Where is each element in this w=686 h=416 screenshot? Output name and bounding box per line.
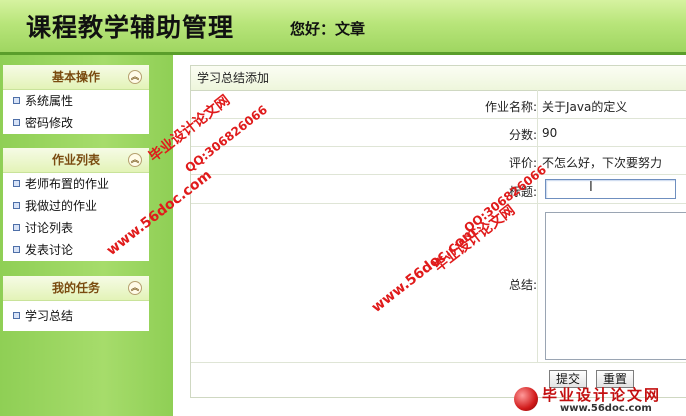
sidebar-item-system-properties[interactable]: 系统属性 xyxy=(3,90,149,112)
bullet-icon xyxy=(13,180,20,187)
panel-title: 我的任务 xyxy=(51,281,100,295)
watermark-logo-site: www.56doc.com xyxy=(560,403,652,414)
bullet-icon xyxy=(13,119,20,126)
globe-icon xyxy=(514,387,538,411)
bullet-icon xyxy=(13,224,20,231)
title-input[interactable] xyxy=(545,179,676,199)
title-label: 标题: xyxy=(508,185,537,199)
row-evaluation: 评价: 不怎么好，下次要努力 xyxy=(191,147,686,175)
watermark-logo-text: 毕业设计论文网 xyxy=(542,386,662,404)
form-title: 学习总结添加 xyxy=(191,66,686,91)
sidebar-item-teacher-assignments[interactable]: 老师布置的作业 xyxy=(3,173,149,195)
panel-title: 基本操作 xyxy=(51,70,100,84)
app-title: 课程教学辅助管理 xyxy=(26,13,235,42)
panel-my-tasks: 我的任务 ︽ 学习总结 xyxy=(3,276,149,331)
sidebar-item-my-assignments[interactable]: 我做过的作业 xyxy=(3,195,149,217)
row-score: 分数: 90 xyxy=(191,119,686,147)
sidebar-item-study-summary[interactable]: 学习总结 xyxy=(3,301,149,331)
evaluation-value: 不怎么好，下次要努力 xyxy=(542,156,663,170)
assignment-name-label: 作业名称: xyxy=(484,100,537,114)
summary-label: 总结: xyxy=(508,278,537,292)
panel-header-homework[interactable]: 作业列表 ︽ xyxy=(3,148,149,173)
watermark-logo: 毕业设计论文网 www.56doc.com xyxy=(500,384,686,416)
sidebar-item-label: 发表讨论 xyxy=(25,243,74,257)
collapse-icon[interactable]: ︽ xyxy=(128,281,142,295)
sidebar-item-discussion-list[interactable]: 讨论列表 xyxy=(3,217,149,239)
row-assignment-name: 作业名称: 关于Java的定义 xyxy=(191,91,686,119)
sidebar-item-label: 系统属性 xyxy=(25,94,74,108)
collapse-icon[interactable]: ︽ xyxy=(128,70,142,84)
sidebar-item-label: 老师布置的作业 xyxy=(25,177,110,191)
user-greeting: 您好：文章 xyxy=(290,20,366,38)
sidebar-item-label: 讨论列表 xyxy=(25,221,74,235)
collapse-icon[interactable]: ︽ xyxy=(128,153,142,167)
score-label: 分数: xyxy=(508,128,537,142)
summary-textarea[interactable] xyxy=(545,212,686,360)
sidebar: 基本操作 ︽ 系统属性 密码修改 作业列表 ︽ 老师布置的作业 我做过的作业 讨… xyxy=(0,55,173,416)
evaluation-label: 评价: xyxy=(508,156,537,170)
app-header: 课程教学辅助管理 您好：文章 xyxy=(0,0,686,55)
summary-add-form: 学习总结添加 作业名称: 关于Java的定义 分数: 90 评价: 不怎么好，下… xyxy=(190,65,686,398)
panel-basic-operations: 基本操作 ︽ 系统属性 密码修改 xyxy=(3,65,149,134)
text-cursor-icon: I xyxy=(589,180,593,195)
panel-homework-list: 作业列表 ︽ 老师布置的作业 我做过的作业 讨论列表 发表讨论 xyxy=(3,148,149,261)
sidebar-item-label: 密码修改 xyxy=(25,116,74,130)
sidebar-item-change-password[interactable]: 密码修改 xyxy=(3,112,149,134)
score-value: 90 xyxy=(542,126,558,140)
panel-title: 作业列表 xyxy=(51,153,100,167)
panel-header-tasks[interactable]: 我的任务 ︽ xyxy=(3,276,149,301)
bullet-icon xyxy=(13,246,20,253)
sidebar-item-label: 学习总结 xyxy=(25,309,74,323)
sidebar-item-label: 我做过的作业 xyxy=(25,199,98,213)
panel-header-basic[interactable]: 基本操作 ︽ xyxy=(3,65,149,90)
bullet-icon xyxy=(13,97,20,104)
bullet-icon xyxy=(13,312,20,319)
assignment-name-value: 关于Java的定义 xyxy=(542,100,628,114)
main-content: 学习总结添加 作业名称: 关于Java的定义 分数: 90 评价: 不怎么好，下… xyxy=(180,57,686,416)
sidebar-item-post-discussion[interactable]: 发表讨论 xyxy=(3,239,149,261)
bullet-icon xyxy=(13,202,20,209)
